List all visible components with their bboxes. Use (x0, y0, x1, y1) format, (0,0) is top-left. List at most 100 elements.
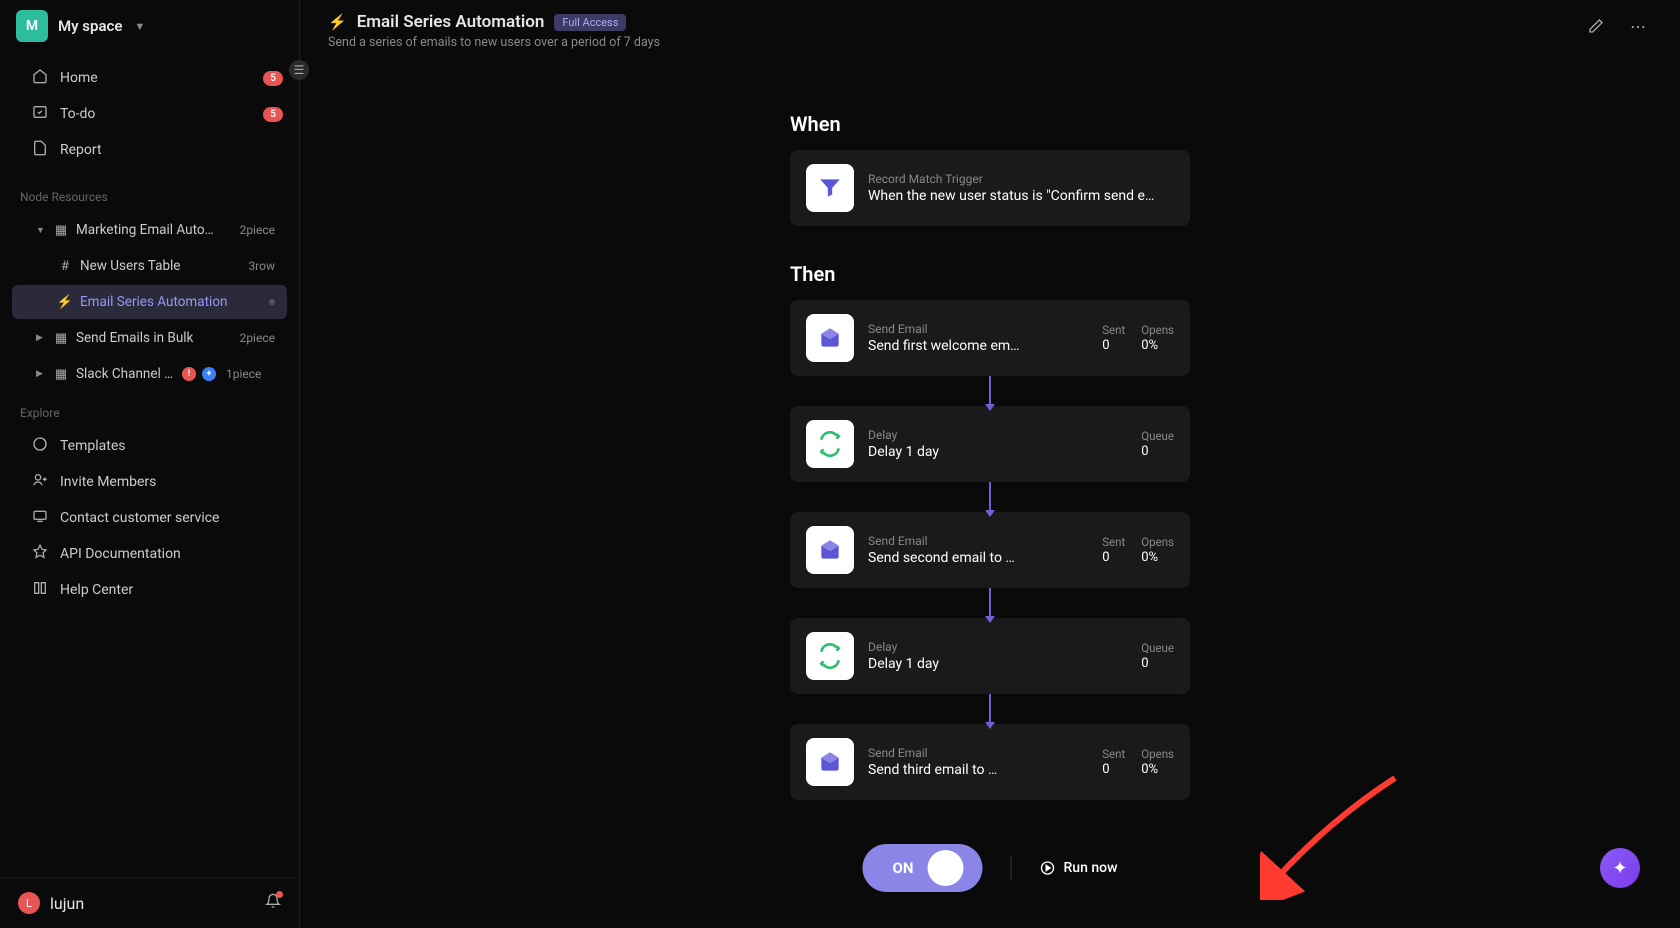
tree-arrow-right-icon: ▶ (36, 369, 46, 379)
explore-api[interactable]: API Documentation (0, 536, 299, 572)
step-stats: Sent0Opens0% (1102, 535, 1174, 565)
toggle-knob (927, 850, 963, 886)
user-avatar[interactable]: L (18, 892, 40, 914)
step-desc: Delay 1 day (868, 656, 1127, 672)
nav-report-label: Report (60, 142, 102, 158)
run-now-button[interactable]: Run now (1040, 860, 1118, 876)
step-desc: Send third email to … (868, 762, 1088, 778)
nav-todo-label: To-do (60, 106, 95, 122)
step-type: Send Email (868, 746, 1088, 760)
workspace-avatar: M (16, 10, 48, 42)
automation-canvas[interactable]: When Record Match Trigger When the new u… (300, 62, 1680, 928)
email-card[interactable]: Send Email Send second email to … Sent0O… (790, 512, 1190, 588)
sidebar: M My space ▼ ☰ Home 5 To-do 5 Report Nod… (0, 0, 300, 928)
tree-bulk[interactable]: ▶ ▦ Send Emails in Bulk 2piece (12, 321, 287, 355)
stat-value: 0 (1141, 656, 1174, 671)
step-type: Send Email (868, 322, 1088, 336)
step-stats: Queue0 (1141, 641, 1174, 671)
stat-label: Sent (1102, 323, 1125, 337)
step-stats: Queue0 (1141, 429, 1174, 459)
automation-toggle[interactable]: ON (863, 844, 983, 892)
nav-todo[interactable]: To-do 5 (0, 96, 299, 132)
step-stats: Sent0Opens0% (1102, 747, 1174, 777)
stat-value: 0% (1141, 762, 1174, 777)
report-icon (32, 140, 48, 160)
email-card[interactable]: Send Email Send first welcome em… Sent0O… (790, 300, 1190, 376)
grid-icon: ▦ (52, 329, 70, 347)
stat-value: 0 (1141, 444, 1174, 459)
fab-new[interactable]: ✦ (1600, 848, 1640, 888)
step-desc: Send first welcome em… (868, 338, 1088, 354)
connector (989, 588, 991, 618)
nav-home-badge: 5 (263, 71, 283, 86)
tree-users-table-meta: 3row (248, 259, 275, 273)
grid-icon: ▦ (52, 221, 70, 239)
explore-help-label: Help Center (60, 582, 133, 598)
connector (989, 694, 991, 724)
explore-help[interactable]: Help Center (0, 572, 299, 608)
status-dot (269, 299, 275, 305)
tree-users-table[interactable]: # New Users Table 3row (12, 249, 287, 283)
tree-email-series[interactable]: ⚡ Email Series Automation (12, 285, 287, 319)
contact-icon (32, 508, 48, 528)
tree-marketing[interactable]: ▼ ▦ Marketing Email Automa… 2piece (12, 213, 287, 247)
delay-icon (806, 632, 854, 680)
stat-label: Opens (1141, 323, 1174, 337)
section-resources-title: Node Resources (0, 176, 299, 212)
run-now-label: Run now (1064, 860, 1118, 876)
explore-invite[interactable]: Invite Members (0, 464, 299, 500)
explore-api-label: API Documentation (60, 546, 181, 562)
nav-todo-badge: 5 (263, 107, 283, 122)
main-content: ⚡ Email Series Automation Full Access Se… (300, 0, 1680, 928)
trigger-desc: When the new user status is "Confirm sen… (868, 188, 1174, 204)
trigger-card[interactable]: Record Match Trigger When the new user s… (790, 150, 1190, 226)
footer-bar: ON Run now (863, 844, 1118, 892)
help-icon (32, 580, 48, 600)
table-icon: # (56, 257, 74, 275)
bolt-icon: ⚡ (328, 13, 347, 31)
step-desc: Delay 1 day (868, 444, 1127, 460)
stat-label: Queue (1141, 429, 1174, 443)
page-header: ⚡ Email Series Automation Full Access Se… (300, 0, 1680, 62)
stat-value: 0 (1102, 550, 1125, 565)
explore-templates-label: Templates (60, 438, 126, 454)
nav-report[interactable]: Report (0, 132, 299, 168)
then-label: Then (790, 262, 1190, 286)
more-button[interactable]: ⋯ (1624, 12, 1652, 40)
workspace-name: My space (58, 17, 122, 35)
step-type: Delay (868, 428, 1127, 442)
explore-contact[interactable]: Contact customer service (0, 500, 299, 536)
email-card[interactable]: Send Email Send third email to … Sent0Op… (790, 724, 1190, 800)
delay-card[interactable]: Delay Delay 1 day Queue0 (790, 406, 1190, 482)
explore-contact-label: Contact customer service (60, 510, 219, 526)
step-stats: Sent0Opens0% (1102, 323, 1174, 353)
page-subtitle: Send a series of emails to new users ove… (328, 35, 1568, 50)
delay-card[interactable]: Delay Delay 1 day Queue0 (790, 618, 1190, 694)
explore-templates[interactable]: Templates (0, 428, 299, 464)
section-explore-title: Explore (0, 392, 299, 428)
tree-users-table-label: New Users Table (80, 258, 180, 274)
stat-label: Queue (1141, 641, 1174, 655)
user-name: lujun (50, 894, 84, 913)
tree-slack-meta: 1piece (226, 367, 261, 381)
stat-label: Sent (1102, 747, 1125, 761)
email-icon (806, 526, 854, 574)
chevron-down-icon: ▼ (134, 20, 145, 33)
step-desc: Send second email to … (868, 550, 1088, 566)
workspace-switcher[interactable]: M My space ▼ (0, 0, 299, 52)
tree-marketing-meta: 2piece (240, 223, 275, 237)
warn-badge: ! (182, 367, 196, 381)
bolt-icon: ⚡ (56, 293, 74, 311)
stat-value: 0% (1141, 338, 1174, 353)
collapse-sidebar-button[interactable]: ☰ (289, 60, 309, 80)
nav-home[interactable]: Home 5 (0, 60, 299, 96)
email-icon (806, 738, 854, 786)
trigger-type: Record Match Trigger (868, 172, 1174, 186)
toggle-label: ON (893, 859, 914, 877)
edit-button[interactable] (1582, 12, 1610, 40)
divider (1011, 855, 1012, 881)
trigger-icon (806, 164, 854, 212)
tree-slack[interactable]: ▶ ▦ Slack Channel S… ! + 1piece (12, 357, 287, 391)
notifications-icon[interactable] (265, 893, 281, 913)
grid-icon: ▦ (52, 365, 70, 383)
